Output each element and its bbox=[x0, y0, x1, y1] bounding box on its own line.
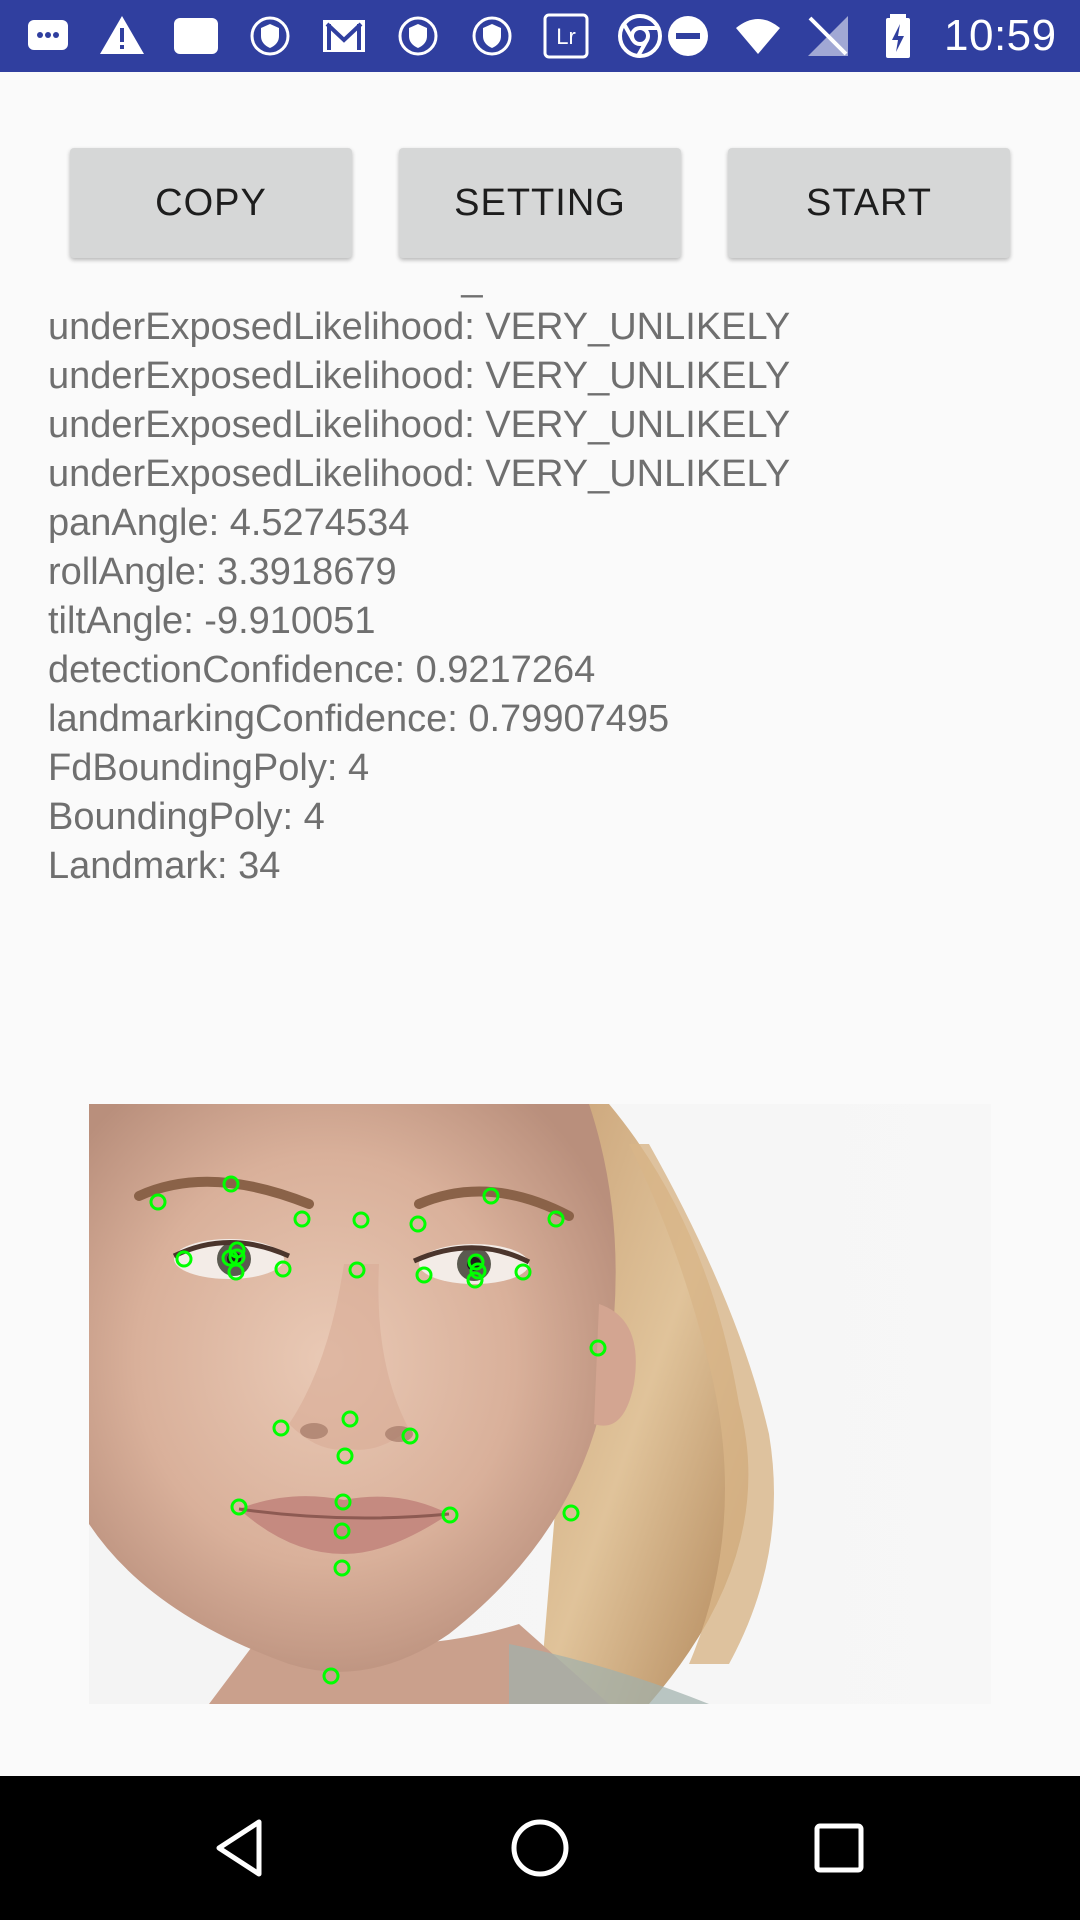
lightroom-label: Lr bbox=[556, 24, 576, 49]
navigation-bar bbox=[0, 1776, 1080, 1920]
lightroom-icon: Lr bbox=[542, 12, 590, 60]
setting-button[interactable]: SETTING bbox=[399, 148, 681, 258]
result-line: underExposedLikelihood: VERY_UNLIKELY bbox=[48, 404, 791, 446]
start-button[interactable]: START bbox=[728, 148, 1010, 258]
face-photo bbox=[89, 1104, 991, 1704]
shield-icon bbox=[394, 12, 442, 60]
result-line: underExposedLikelihood: VERY_UNLIKELY bbox=[48, 355, 791, 397]
result-line: BoundingPoly: 4 bbox=[48, 796, 325, 838]
result-line: underExposedLikelihood: VERY_UNLIKELY bbox=[48, 306, 791, 348]
battery-charging-icon bbox=[874, 12, 922, 60]
result-line: Landmark: 34 bbox=[48, 845, 281, 887]
face-photo-with-landmarks bbox=[89, 1104, 991, 1704]
shield-icon bbox=[246, 12, 294, 60]
result-line: underExposedLikelihood: VERY_UNLIKELY bbox=[48, 453, 791, 495]
home-circle-icon[interactable] bbox=[504, 1812, 576, 1884]
chat-icon bbox=[24, 12, 72, 60]
result-line: rollAngle: 3.3918679 bbox=[48, 551, 397, 593]
warning-icon bbox=[98, 12, 146, 60]
action-button-row: COPY SETTING START bbox=[70, 148, 1010, 258]
shield-icon bbox=[468, 12, 516, 60]
app-content: COPY SETTING START blurredLikelihood: VE… bbox=[0, 72, 1080, 1776]
result-line-partial: blurredLikelihood: VERY_UNLIKELY bbox=[48, 292, 790, 303]
result-line: tiltAngle: -9.910051 bbox=[48, 600, 376, 642]
gmail-icon bbox=[320, 12, 368, 60]
wifi-icon bbox=[734, 12, 782, 60]
tablet-icon bbox=[172, 12, 220, 60]
result-line: FdBoundingPoly: 4 bbox=[48, 747, 370, 789]
result-line: landmarkingConfidence: 0.79907495 bbox=[48, 698, 670, 740]
chrome-icon bbox=[616, 12, 664, 60]
recents-square-icon[interactable] bbox=[803, 1812, 875, 1884]
result-line: panAngle: 4.5274534 bbox=[48, 502, 410, 544]
back-triangle-icon[interactable] bbox=[205, 1812, 277, 1884]
do-not-disturb-icon bbox=[664, 12, 712, 60]
notification-icons: Lr bbox=[24, 12, 664, 60]
result-text-scroll[interactable]: blurredLikelihood: VERY_UNLIKELY underEx… bbox=[48, 292, 1038, 992]
system-icons: 10:59 bbox=[664, 11, 1057, 61]
no-signal-icon bbox=[804, 12, 852, 60]
clock: 10:59 bbox=[944, 11, 1057, 60]
copy-button[interactable]: COPY bbox=[70, 148, 352, 258]
result-text: blurredLikelihood: VERY_UNLIKELY underEx… bbox=[48, 292, 790, 891]
status-bar: Lr 10:59 bbox=[0, 0, 1080, 72]
result-line: detectionConfidence: 0.9217264 bbox=[48, 649, 596, 691]
